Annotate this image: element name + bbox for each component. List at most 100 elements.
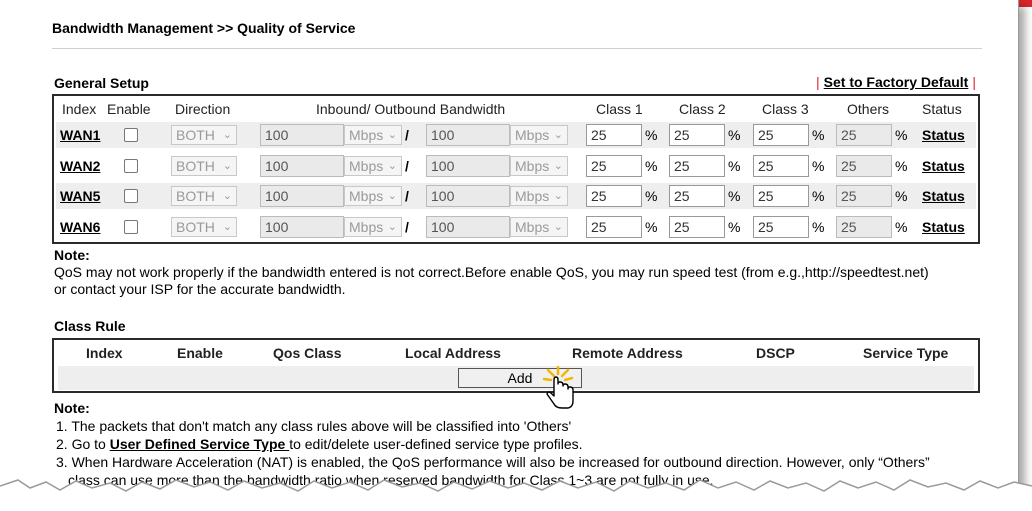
status-link[interactable]: Status [922, 127, 965, 143]
others-input: 25 [836, 124, 892, 146]
outbound-input[interactable]: 100 [426, 155, 510, 177]
table-row: WAN2 BOTH ⌄ 100 Mbps ⌄ / 100 Mbps ⌄ 25% 25%… [56, 153, 976, 179]
chevron-down-icon: ⌄ [387, 190, 397, 202]
note-item-2: 2. Go to User Defined Service Type to ed… [56, 436, 583, 452]
col-local-address: Local Address [405, 345, 501, 361]
col-index: Index [86, 345, 123, 361]
table-header-row: Index Enable Direction Inbound/ Outbound… [56, 96, 976, 122]
col-class3: Class 3 [762, 101, 809, 117]
inbound-input[interactable]: 100 [260, 155, 344, 177]
inbound-unit-select[interactable]: Mbps ⌄ [344, 125, 402, 145]
title-divider [52, 48, 982, 49]
set-factory-default-link[interactable]: Set to Factory Default [824, 74, 969, 90]
col-direction: Direction [175, 101, 231, 117]
class2-input[interactable]: 25 [669, 155, 725, 177]
direction-select[interactable]: BOTH ⌄ [171, 156, 237, 176]
direction-select[interactable]: BOTH ⌄ [171, 217, 237, 237]
others-input: 25 [836, 155, 892, 177]
inbound-input[interactable]: 100 [260, 185, 344, 207]
note-text: QoS may not work properly if the bandwid… [54, 264, 929, 297]
outbound-unit-select[interactable]: Mbps ⌄ [510, 156, 568, 176]
hand-cursor-icon [542, 366, 574, 409]
add-row: Add [58, 366, 974, 390]
enable-checkbox[interactable] [124, 189, 138, 203]
chevron-down-icon: ⌄ [222, 221, 232, 233]
note2-title: Note: [54, 400, 90, 416]
col-remote-address: Remote Address [572, 345, 683, 361]
outbound-input[interactable]: 100 [426, 216, 510, 238]
chevron-down-icon: ⌄ [387, 160, 397, 172]
col-service-type: Service Type [863, 345, 949, 361]
enable-checkbox[interactable] [124, 220, 138, 234]
status-link[interactable]: Status [922, 158, 965, 174]
separator-slash: / [405, 219, 409, 235]
chevron-down-icon: ⌄ [222, 160, 232, 172]
others-input: 25 [836, 216, 892, 238]
chevron-down-icon: ⌄ [553, 160, 563, 172]
class1-input[interactable]: 25 [586, 185, 642, 207]
chevron-down-icon: ⌄ [553, 221, 563, 233]
page-title: Bandwidth Management >> Quality of Servi… [52, 20, 356, 36]
chevron-down-icon: ⌄ [387, 129, 397, 141]
chevron-down-icon: ⌄ [387, 221, 397, 233]
factory-default-area: | Set to Factory Default | [816, 74, 976, 90]
class1-input[interactable]: 25 [586, 155, 642, 177]
class3-input[interactable]: 25 [753, 216, 809, 238]
class1-input[interactable]: 25 [586, 124, 642, 146]
class1-input[interactable]: 25 [586, 216, 642, 238]
wan5-link[interactable]: WAN5 [60, 188, 100, 204]
inbound-unit-select[interactable]: Mbps ⌄ [344, 217, 402, 237]
class2-input[interactable]: 25 [669, 216, 725, 238]
torn-edge [0, 479, 1032, 511]
outbound-input[interactable]: 100 [426, 185, 510, 207]
outbound-unit-select[interactable]: Mbps ⌄ [510, 186, 568, 206]
outbound-input[interactable]: 100 [426, 124, 510, 146]
class2-input[interactable]: 25 [669, 124, 725, 146]
col-others: Others [847, 101, 890, 117]
status-link[interactable]: Status [922, 188, 965, 204]
class3-input[interactable]: 25 [753, 124, 809, 146]
table-row: WAN1 BOTH ⌄ 100 Mbps ⌄ / 100 Mbps ⌄ 25% 25%… [56, 122, 976, 148]
col-dscp: DSCP [756, 345, 795, 361]
col-bandwidth: Inbound/ Outbound Bandwidth [316, 101, 506, 117]
class-rule-table: Index Enable Qos Class Local Address Rem… [52, 338, 980, 393]
wan1-link[interactable]: WAN1 [60, 127, 100, 143]
inbound-unit-select[interactable]: Mbps ⌄ [344, 186, 402, 206]
col-enable: Enable [177, 345, 223, 361]
separator-slash: / [405, 127, 409, 143]
others-input: 25 [836, 185, 892, 207]
inbound-unit-select[interactable]: Mbps ⌄ [344, 156, 402, 176]
col-qos-class: Qos Class [273, 345, 342, 361]
user-defined-service-type-link[interactable]: User Defined Service Type [110, 436, 289, 452]
class3-input[interactable]: 25 [753, 155, 809, 177]
general-setup-label: General Setup [54, 75, 149, 91]
status-link[interactable]: Status [922, 219, 965, 235]
chevron-down-icon: ⌄ [222, 129, 232, 141]
class2-input[interactable]: 25 [669, 185, 725, 207]
separator-slash: / [405, 188, 409, 204]
inbound-input[interactable]: 100 [260, 124, 344, 146]
chevron-down-icon: ⌄ [553, 129, 563, 141]
separator-slash: / [405, 158, 409, 174]
enable-checkbox[interactable] [124, 159, 138, 173]
chevron-down-icon: ⌄ [222, 190, 232, 202]
table-row: WAN5 BOTH ⌄ 100 Mbps ⌄ / 100 Mbps ⌄ 25% 25%… [56, 183, 976, 209]
inbound-input[interactable]: 100 [260, 216, 344, 238]
direction-select[interactable]: BOTH ⌄ [171, 125, 237, 145]
wan6-link[interactable]: WAN6 [60, 219, 100, 235]
general-setup-table: Index Enable Direction Inbound/ Outbound… [52, 94, 980, 244]
class-rule-label: Class Rule [54, 318, 126, 334]
col-class1: Class 1 [596, 101, 643, 117]
chevron-down-icon: ⌄ [553, 190, 563, 202]
wan2-link[interactable]: WAN2 [60, 158, 100, 174]
outbound-unit-select[interactable]: Mbps ⌄ [510, 125, 568, 145]
direction-select[interactable]: BOTH ⌄ [171, 186, 237, 206]
class3-input[interactable]: 25 [753, 185, 809, 207]
table-row: WAN6 BOTH ⌄ 100 Mbps ⌄ / 100 Mbps ⌄ 25% 25%… [56, 214, 976, 240]
col-class2: Class 2 [679, 101, 726, 117]
note-title: Note: [54, 247, 90, 263]
outbound-unit-select[interactable]: Mbps ⌄ [510, 217, 568, 237]
col-status: Status [922, 101, 962, 117]
enable-checkbox[interactable] [124, 128, 138, 142]
col-enable: Enable [107, 101, 151, 117]
